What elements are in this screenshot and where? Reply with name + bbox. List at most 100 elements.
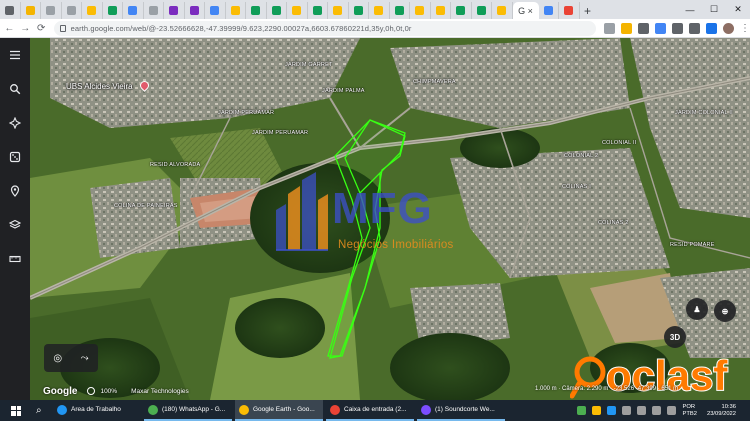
tray-icon[interactable] [637,406,647,415]
satellite-map[interactable]: UBS Alcides Vieira JARDIM GARRET CHIMPMA… [30,38,750,400]
taskbar-window-button[interactable]: Caixa de entrada (2... [326,400,414,421]
place-label: COLONIAL 2 [564,153,599,159]
tab-favicon-icon [189,6,199,15]
forward-button[interactable]: → [19,21,32,36]
tray-icon[interactable] [622,406,632,415]
browser-tab[interactable] [103,2,123,19]
browser-tab-strip: G × + [0,0,750,19]
browser-tab[interactable] [62,2,82,19]
menu-icon [10,50,20,60]
tab-favicon-icon [66,6,76,15]
active-tab-close-icon[interactable]: G × [518,6,533,16]
window-controls: — ☐ ✕ [678,0,750,19]
browser-tab[interactable] [308,2,328,19]
place-pin-button[interactable]: ◎ [53,353,62,364]
new-tab-button[interactable]: + [580,2,596,19]
browser-tab[interactable] [185,2,205,19]
browser-tab[interactable] [205,2,226,19]
tab-favicon-icon [46,6,56,15]
browser-tab[interactable] [369,2,390,19]
browser-tab[interactable] [431,2,451,19]
browser-tab[interactable] [123,2,144,19]
projects-button[interactable] [0,174,30,208]
street-view-button[interactable]: ♟ [686,298,708,320]
toggle-3d-button[interactable]: 3D [664,326,686,348]
active-browser-tab[interactable]: G × [512,2,539,19]
extension-icon[interactable] [603,22,615,34]
taskbar-window-button[interactable]: (1) Soundcorte We... [417,400,505,421]
poi-label[interactable]: UBS Alcides Vieira [66,82,133,91]
browser-menu-icon[interactable]: ⋮ [740,23,750,34]
extension-icon[interactable] [688,22,700,34]
tray-icon[interactable] [667,406,677,415]
browser-tab[interactable] [82,2,103,19]
browser-tab[interactable] [164,2,185,19]
clock[interactable]: 10:36 23/09/2022 [707,404,736,418]
place-label: COLINAS 2 [598,220,629,226]
url-text: earth.google.com/web/@-23.52666628,-47.3… [70,23,412,33]
browser-tab[interactable] [472,2,492,19]
browser-tab[interactable] [226,2,246,19]
camera-info: 1.000 m · Câmera: 2.290 m · -23.526 -47.… [535,386,679,392]
draw-path-button[interactable]: ⤳ [81,353,89,364]
input-language[interactable]: POR PTB2 [682,404,697,418]
app-icon [330,404,340,415]
taskbar-window-button[interactable]: (180) WhatsApp - G... [144,400,232,421]
taskbar-search-icon[interactable]: ⌕ [36,405,50,416]
close-window-button[interactable]: ✕ [726,0,750,19]
map-tools-panel: ◎ ⤳ [44,344,98,372]
compass-button[interactable]: ⊕ [714,300,736,322]
taskbar-window-button[interactable]: Google Earth - Goo... [235,400,323,421]
browser-tab[interactable] [492,2,513,19]
browser-tab[interactable] [451,2,472,19]
maximize-button[interactable]: ☐ [702,0,726,19]
extension-icon[interactable] [654,22,666,34]
tab-favicon-icon [292,6,302,15]
taskbar-window-button[interactable]: Área de Trabalho [53,400,141,421]
tray-icon[interactable] [592,406,602,415]
map-style-button[interactable] [0,208,30,242]
start-button[interactable] [8,403,24,419]
back-button[interactable]: ← [3,21,16,36]
browser-tab[interactable] [41,2,62,19]
tab-favicon-icon [87,6,97,15]
app-icon [148,404,158,415]
tray-icon[interactable] [607,406,617,415]
taskbar-window-label: Caixa de entrada (2... [344,406,407,413]
tab-favicon-icon [169,6,179,15]
menu-button[interactable] [0,38,30,72]
browser-tab[interactable] [267,2,287,19]
browser-tab[interactable] [287,2,308,19]
reload-button[interactable]: ⟳ [35,21,48,36]
feeling-lucky-button[interactable] [0,140,30,174]
extension-icons: ⋮ [603,22,750,34]
browser-tab[interactable] [410,2,431,19]
app-icon [421,404,431,415]
pin-icon [10,185,20,197]
browser-tab[interactable] [328,2,349,19]
taskbar-window-label: Google Earth - Goo... [253,406,315,413]
browser-tab[interactable] [21,2,41,19]
browser-tab[interactable] [539,2,559,19]
minimize-button[interactable]: — [678,0,702,19]
profile-avatar[interactable] [722,22,734,34]
measure-button[interactable] [0,242,30,276]
tray-icon[interactable] [652,406,662,415]
google-logo: Google [43,385,78,397]
browser-tab[interactable] [144,2,164,19]
voyager-button[interactable] [0,106,30,140]
extension-icon[interactable] [637,22,649,34]
browser-tab[interactable] [349,2,369,19]
tab-favicon-icon [230,6,240,15]
extension-icon[interactable] [671,22,683,34]
tab-favicon-icon [353,6,363,15]
extension-icon[interactable] [620,22,632,34]
browser-tab[interactable] [0,2,21,19]
tray-icon[interactable] [577,406,587,415]
extension-icon[interactable] [705,22,717,34]
search-button[interactable] [0,72,30,106]
browser-tab[interactable] [559,2,580,19]
browser-tab[interactable] [246,2,267,19]
browser-tab[interactable] [390,2,410,19]
url-input[interactable]: earth.google.com/web/@-23.52666628,-47.3… [53,20,596,36]
